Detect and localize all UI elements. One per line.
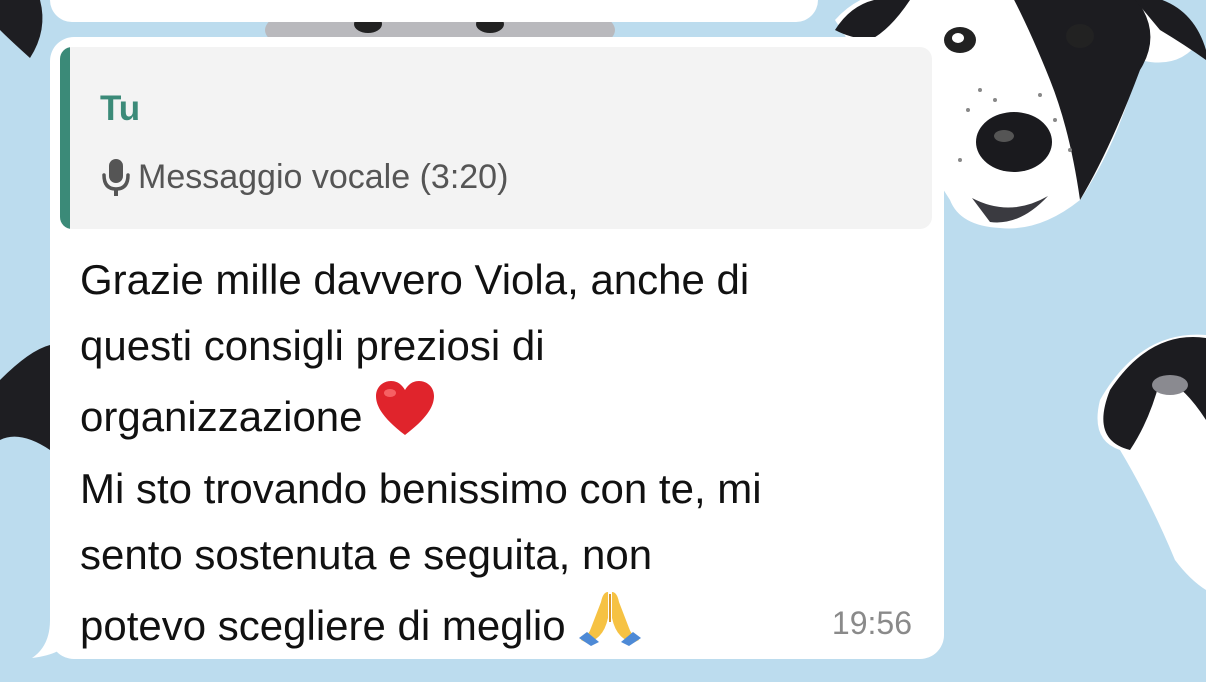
previous-message-bubble [50,0,818,22]
microphone-icon [98,155,134,199]
quote-author: Tu [100,89,141,128]
message-bubble[interactable]: Tu Messaggio vocale (3:20) Grazie mille … [50,37,944,659]
message-line-text: potevo scegliere di meglio [80,602,578,649]
message-line: organizzazione [80,379,930,456]
message-line: questi consigli preziosi di [80,322,545,369]
quote-text: Messaggio vocale (3:20) [138,158,509,196]
quoted-voice-message: Messaggio vocale (3:20) [98,155,508,199]
message-line: Grazie mille davvero Viola, anche di [80,256,750,303]
quoted-reply[interactable]: Tu Messaggio vocale (3:20) [60,47,932,229]
message-timestamp: 19:56 [831,605,912,641]
message-text: Grazie mille davvero Viola, anche di ques… [80,247,930,665]
red-heart-icon [374,379,436,456]
quote-accent-bar [60,47,70,229]
message-line: sento sostenuta e seguita, non [80,531,653,578]
message-line: potevo scegliere di meglio [80,588,930,665]
folded-hands-icon [577,588,643,665]
message-line-text: organizzazione [80,393,375,440]
message-line: Mi sto trovando benissimo con te, mi [80,465,762,512]
